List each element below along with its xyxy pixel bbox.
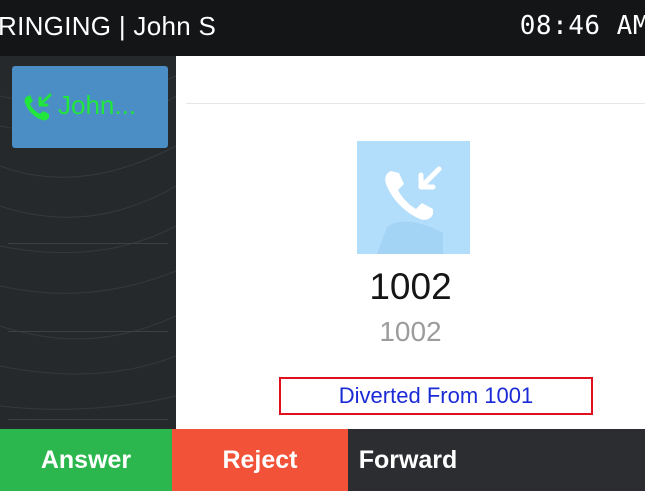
call-screen: 1002 1002 Diverted From 1001 <box>176 56 645 429</box>
diverted-from-label: Diverted From 1001 <box>338 383 534 408</box>
incoming-call-icon <box>377 166 443 254</box>
incoming-call-icon <box>24 93 52 121</box>
softkey-bar: Answer Reject Forward <box>0 429 645 491</box>
call-status-title: RINGING | John S <box>0 11 217 41</box>
line-key-2[interactable] <box>8 156 168 244</box>
line-key-panel: John... <box>0 56 176 429</box>
caller-number: 1002 <box>379 316 442 347</box>
line-key-3[interactable] <box>8 244 168 332</box>
answer-button[interactable]: Answer <box>0 429 172 491</box>
line-key-active-call[interactable]: John... <box>12 66 168 148</box>
divider <box>186 103 645 104</box>
line-key-label: John... <box>58 90 137 120</box>
softkey-empty <box>468 429 645 491</box>
caller-avatar <box>357 141 470 254</box>
forward-button[interactable]: Forward <box>348 429 468 491</box>
reject-button[interactable]: Reject <box>172 429 348 491</box>
status-bar: RINGING | John S 08:46 AM <box>0 0 645 56</box>
caller-name: 1002 <box>369 266 452 307</box>
diverted-info-box: Diverted From 1001 <box>279 377 593 415</box>
line-key-4[interactable] <box>8 332 168 420</box>
clock: 08:46 AM <box>519 11 645 41</box>
